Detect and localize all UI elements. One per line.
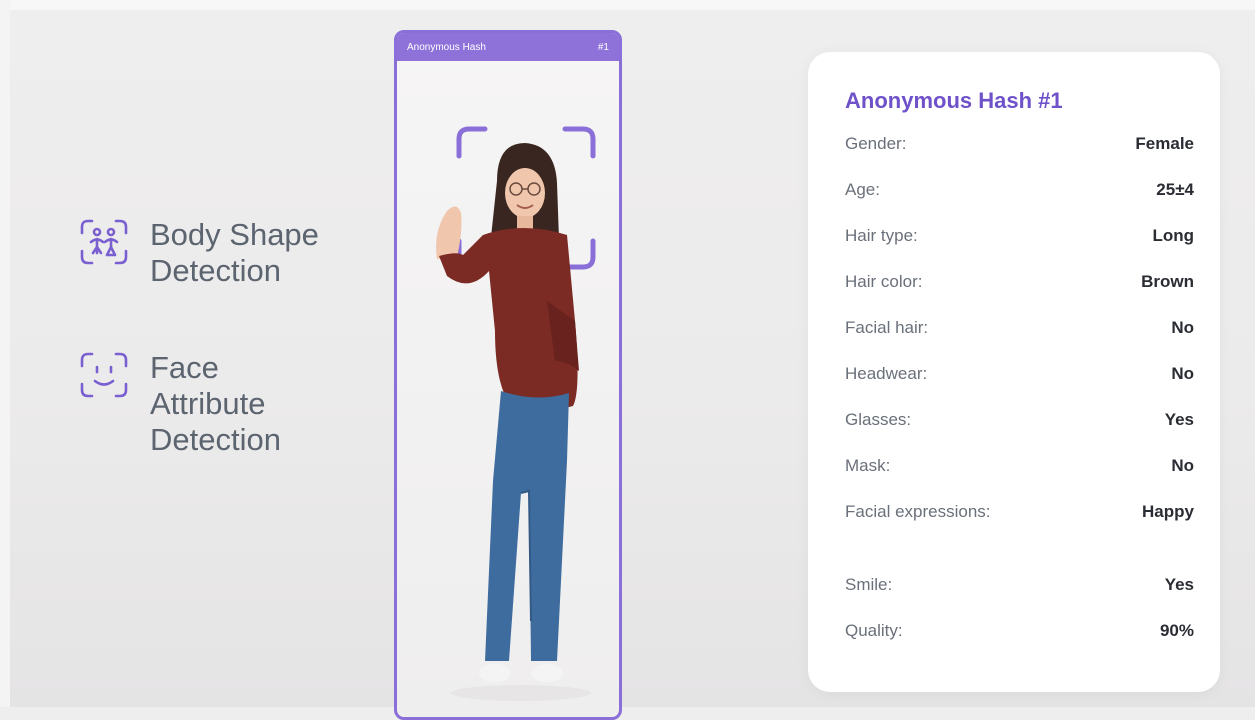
person-photo: [436, 126, 596, 701]
attribute-value: Yes: [1164, 410, 1194, 429]
attribute-row-facial-hair: Facial hair: No: [845, 318, 1194, 364]
attribute-value: No: [1171, 364, 1194, 383]
attribute-key: Mask:: [845, 456, 891, 475]
attribute-value: Happy: [1142, 502, 1194, 521]
attribute-row-mask: Mask: No: [845, 456, 1194, 502]
attribute-row-gender: Gender: Female: [845, 134, 1194, 180]
attribute-row-facial-expressions: Facial expressions: Happy: [845, 502, 1194, 575]
attribute-key: Smile:: [845, 575, 893, 594]
attribute-key: Glasses:: [845, 410, 912, 429]
attribute-card-title: Anonymous Hash #1: [845, 88, 1063, 113]
scan-card-header: Anonymous Hash #1: [397, 33, 619, 61]
attribute-value: No: [1171, 456, 1194, 475]
attribute-key: Facial expressions:: [845, 502, 991, 521]
attribute-value: 25±4: [1156, 180, 1194, 199]
face-icon: [80, 352, 128, 398]
attribute-row-headwear: Headwear: No: [845, 364, 1194, 410]
scan-card-title: Anonymous Hash: [407, 41, 486, 53]
feature-label-line: Attribute: [150, 386, 266, 421]
attribute-row-hair-color: Hair color: Brown: [845, 272, 1194, 318]
attribute-value: 90%: [1159, 621, 1194, 640]
scan-card-number: #1: [597, 41, 609, 53]
attribute-value: Yes: [1164, 575, 1194, 594]
attribute-value: Long: [1152, 226, 1194, 245]
feature-label: Body Shape Detection: [150, 217, 410, 289]
attribute-row-hair-type: Hair type: Long: [845, 226, 1194, 272]
attribute-value: Female: [1135, 134, 1194, 153]
feature-body-shape: Body Shape Detection: [78, 217, 410, 289]
attribute-row-smile: Smile: Yes: [845, 575, 1194, 621]
attribute-row-age: Age: 25±4: [845, 180, 1194, 226]
attribute-key: Hair type:: [845, 226, 918, 245]
attribute-value: Brown: [1141, 272, 1194, 291]
feature-label-line: Detection: [150, 422, 281, 457]
feature-label-line: Body Shape: [150, 217, 319, 252]
feature-label-line: Detection: [150, 253, 281, 288]
feature-face-attribute: Face Attribute Detection: [78, 350, 410, 458]
attribute-row-quality: Quality: 90%: [845, 621, 1194, 667]
feature-label: Face Attribute Detection: [150, 350, 410, 458]
scan-card: Anonymous Hash #1: [394, 30, 622, 720]
attribute-key: Headwear:: [845, 364, 928, 383]
attribute-key: Age:: [845, 180, 880, 199]
attribute-key: Quality:: [845, 621, 903, 640]
background-frame-top: [0, 0, 1255, 10]
attribute-key: Hair color:: [845, 272, 923, 291]
background-frame-left: [0, 0, 10, 707]
attribute-card: Anonymous Hash #1 Gender: Female Age: 25…: [808, 52, 1220, 692]
attribute-key: Facial hair:: [845, 318, 929, 337]
feature-label-line: Face: [150, 350, 219, 385]
attribute-value: No: [1171, 318, 1194, 337]
attribute-key: Gender:: [845, 134, 907, 153]
attribute-row-glasses: Glasses: Yes: [845, 410, 1194, 456]
body-shape-icon: [80, 219, 128, 265]
